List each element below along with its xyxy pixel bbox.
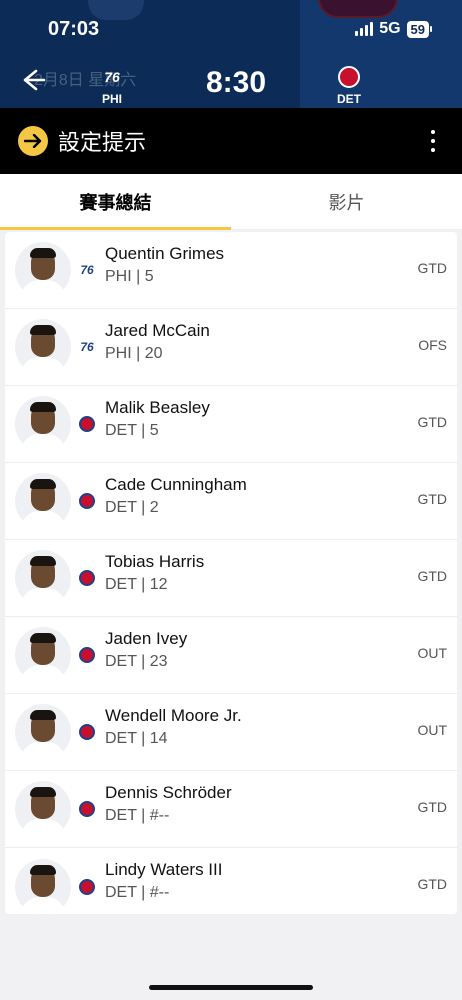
player-name: Malik Beasley	[105, 398, 210, 417]
status-badge: OFS	[418, 337, 447, 353]
status-badge: OUT	[417, 645, 447, 661]
player-team-number: DET | 14	[105, 730, 168, 747]
status-badge: GTD	[417, 414, 447, 430]
player-name: Cade Cunningham	[105, 475, 247, 494]
game-time: 8:30	[206, 66, 267, 99]
player-team-number: DET | #--	[105, 884, 170, 901]
back-arrow-icon[interactable]	[18, 66, 46, 94]
player-avatar	[15, 781, 71, 837]
player-avatar	[15, 396, 71, 452]
det-logo-icon	[79, 416, 95, 432]
det-logo-icon	[79, 493, 95, 509]
player-row[interactable]: Dennis Schröder DET | #-- GTD	[5, 771, 457, 848]
status-badge: GTD	[417, 568, 447, 584]
player-row[interactable]: Lindy Waters III DET | #-- GTD	[5, 848, 457, 914]
player-row[interactable]: Tobias Harris DET | 12 GTD	[5, 540, 457, 617]
network-label: 5G	[379, 20, 401, 37]
det-logo-icon	[79, 647, 95, 663]
player-name: Tobias Harris	[105, 552, 205, 571]
player-row[interactable]: Cade Cunningham DET | 2 GTD	[5, 463, 457, 540]
player-row[interactable]: Wendell Moore Jr. DET | 14 OUT	[5, 694, 457, 771]
player-team-number: DET | 23	[105, 653, 168, 670]
det-logo-icon	[79, 570, 95, 586]
status-badge: OUT	[417, 722, 447, 738]
player-name: Wendell Moore Jr.	[105, 706, 242, 725]
player-avatar	[15, 319, 71, 375]
home-team[interactable]: 76 PHI	[94, 66, 130, 106]
injury-list: 76 Quentin Grimes PHI | 5 GTD 76 Jared McCain…	[5, 232, 457, 914]
player-team-number: DET | #--	[105, 807, 170, 824]
alert-label: 設定提示	[58, 130, 147, 155]
player-name: Jared McCain	[105, 321, 210, 340]
player-avatar	[15, 704, 71, 760]
player-row[interactable]: 76 Quentin Grimes PHI | 5 GTD	[5, 232, 457, 309]
status-indicators: 5G 59	[355, 20, 432, 38]
status-badge: GTD	[417, 799, 447, 815]
player-name: Quentin Grimes	[105, 244, 225, 263]
player-team-number: DET | 2	[105, 499, 159, 516]
tab-game-summary[interactable]: 賽事總結	[0, 174, 231, 230]
player-row[interactable]: 76 Jared McCain PHI | 20 OFS	[5, 309, 457, 386]
status-time: 07:03	[48, 18, 100, 40]
player-row[interactable]: Malik Beasley DET | 5 GTD	[5, 386, 457, 463]
away-team[interactable]: DET	[331, 66, 367, 106]
det-logo-icon	[79, 878, 95, 895]
signal-icon	[355, 22, 374, 36]
player-avatar	[15, 242, 71, 298]
phi-logo-icon: 76	[80, 340, 94, 354]
player-name: Jaden Ivey	[105, 629, 188, 648]
alert-bar[interactable]: 設定提示	[0, 108, 462, 174]
status-badge: GTD	[417, 876, 447, 892]
player-avatar	[15, 550, 71, 606]
battery-icon: 59	[406, 20, 432, 38]
det-logo-icon	[79, 724, 95, 740]
away-team-abbr: DET	[337, 92, 361, 106]
player-avatar	[15, 858, 71, 914]
phi-logo-icon: 76	[80, 263, 94, 277]
status-badge: GTD	[417, 260, 447, 276]
tab-video[interactable]: 影片	[231, 174, 462, 229]
more-options-icon[interactable]	[430, 130, 436, 152]
player-team-number: PHI | 20	[105, 345, 163, 362]
player-team-number: PHI | 5	[105, 268, 154, 285]
home-team-abbr: PHI	[101, 92, 122, 106]
player-name: Dennis Schröder	[105, 783, 232, 802]
header-background-logo	[318, 0, 398, 18]
battery-level: 59	[406, 20, 429, 38]
player-row[interactable]: Jaden Ivey DET | 23 OUT	[5, 617, 457, 694]
player-team-number: DET | 12	[105, 576, 168, 593]
phi-logo-icon: 76	[104, 69, 120, 85]
player-avatar	[15, 627, 71, 683]
arrow-right-icon	[18, 126, 48, 156]
game-header: 07:03 5G 59 2月8日 星期六 76 PHI 8:30 DET	[0, 0, 462, 108]
tab-bar: 賽事總結 影片	[0, 174, 462, 230]
player-name: Lindy Waters III	[105, 860, 223, 879]
player-avatar	[15, 473, 71, 529]
header-background-shape	[88, 0, 144, 20]
det-logo-icon	[79, 801, 95, 817]
home-indicator[interactable]	[149, 985, 313, 990]
det-logo-icon	[338, 66, 360, 88]
status-badge: GTD	[417, 491, 447, 507]
player-team-number: DET | 5	[105, 422, 159, 439]
